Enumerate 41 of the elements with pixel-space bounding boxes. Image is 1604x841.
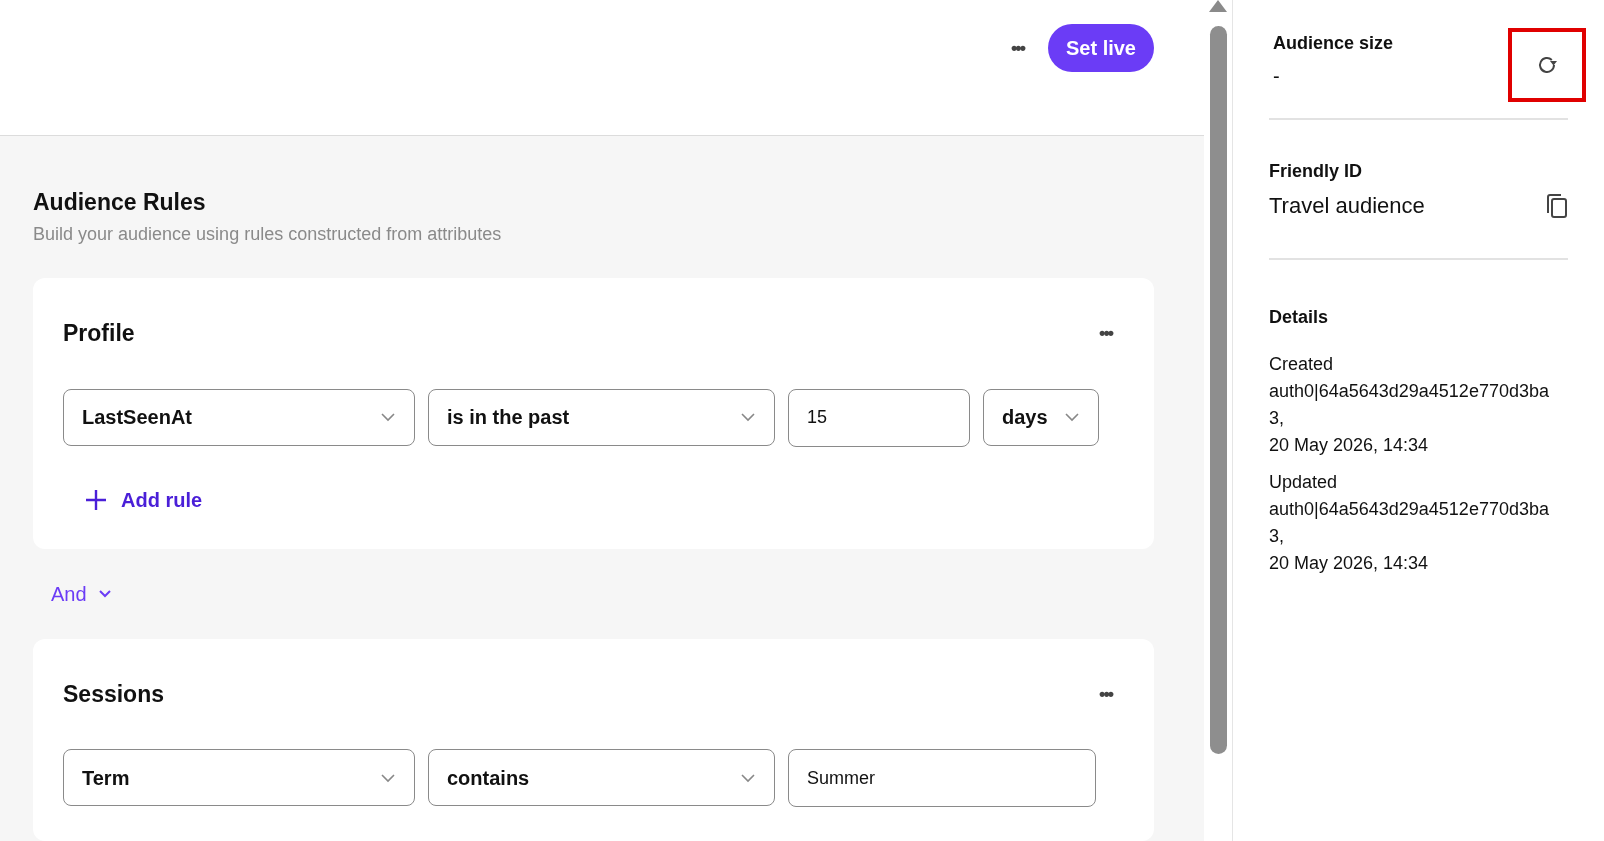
- chevron-down-icon: [1064, 412, 1080, 422]
- detail-value: 20 May 2026, 14:34: [1269, 552, 1430, 575]
- refresh-button[interactable]: [1508, 28, 1586, 102]
- audience-size-value: -: [1273, 64, 1281, 89]
- select-field[interactable]: Term: [63, 749, 415, 806]
- detail-value: auth0|64a5643d29a4512e770d3ba: [1269, 380, 1550, 403]
- input-field[interactable]: Summer: [788, 749, 1096, 807]
- chevron-down-icon: [98, 589, 111, 598]
- more-options-button[interactable]: •••: [1099, 324, 1112, 343]
- friendly-id-label: Friendly ID: [1269, 160, 1363, 183]
- select-field[interactable]: is in the past: [428, 388, 775, 446]
- section-subtitle: Build your audience using rules constructed from attributes: [33, 223, 503, 246]
- details-title: Details: [1269, 306, 1330, 329]
- set-live-button[interactable]: Set live: [1047, 24, 1154, 72]
- detail-label: Updated: [1269, 471, 1339, 494]
- chevron-down-icon: [740, 772, 756, 783]
- input-field[interactable]: 15: [788, 388, 970, 447]
- plus-icon: [85, 488, 107, 511]
- friendly-id-value: Travel audience: [1269, 192, 1425, 220]
- more-options-button[interactable]: •••: [1099, 684, 1112, 703]
- section-title: Audience Rules: [33, 188, 207, 217]
- scroll-up-arrow-icon[interactable]: [1209, 0, 1227, 12]
- chevron-down-icon: [380, 412, 396, 422]
- detail-label: Created: [1269, 353, 1335, 376]
- chevron-down-icon: [740, 412, 756, 422]
- select-field[interactable]: days: [983, 388, 1099, 446]
- scrollbar-thumb[interactable]: [1209, 26, 1227, 754]
- more-options-button[interactable]: •••: [1011, 39, 1024, 57]
- select-field[interactable]: LastSeenAt: [63, 388, 415, 446]
- detail-value: 20 May 2026, 14:34: [1269, 434, 1430, 457]
- detail-value: 3,: [1269, 525, 1285, 548]
- copy-icon[interactable]: [1546, 192, 1568, 219]
- detail-value: 3,: [1269, 407, 1285, 430]
- audience-size-label: Audience size: [1273, 32, 1394, 55]
- group-title: Sessions: [63, 679, 164, 709]
- chevron-down-icon: [380, 772, 396, 783]
- add-rule-button[interactable]: Add rule: [85, 484, 203, 515]
- detail-value: auth0|64a5643d29a4512e770d3ba: [1269, 498, 1550, 521]
- and-dropdown[interactable]: And: [51, 578, 111, 609]
- group-title: Profile: [63, 319, 135, 348]
- select-field[interactable]: contains: [428, 749, 775, 806]
